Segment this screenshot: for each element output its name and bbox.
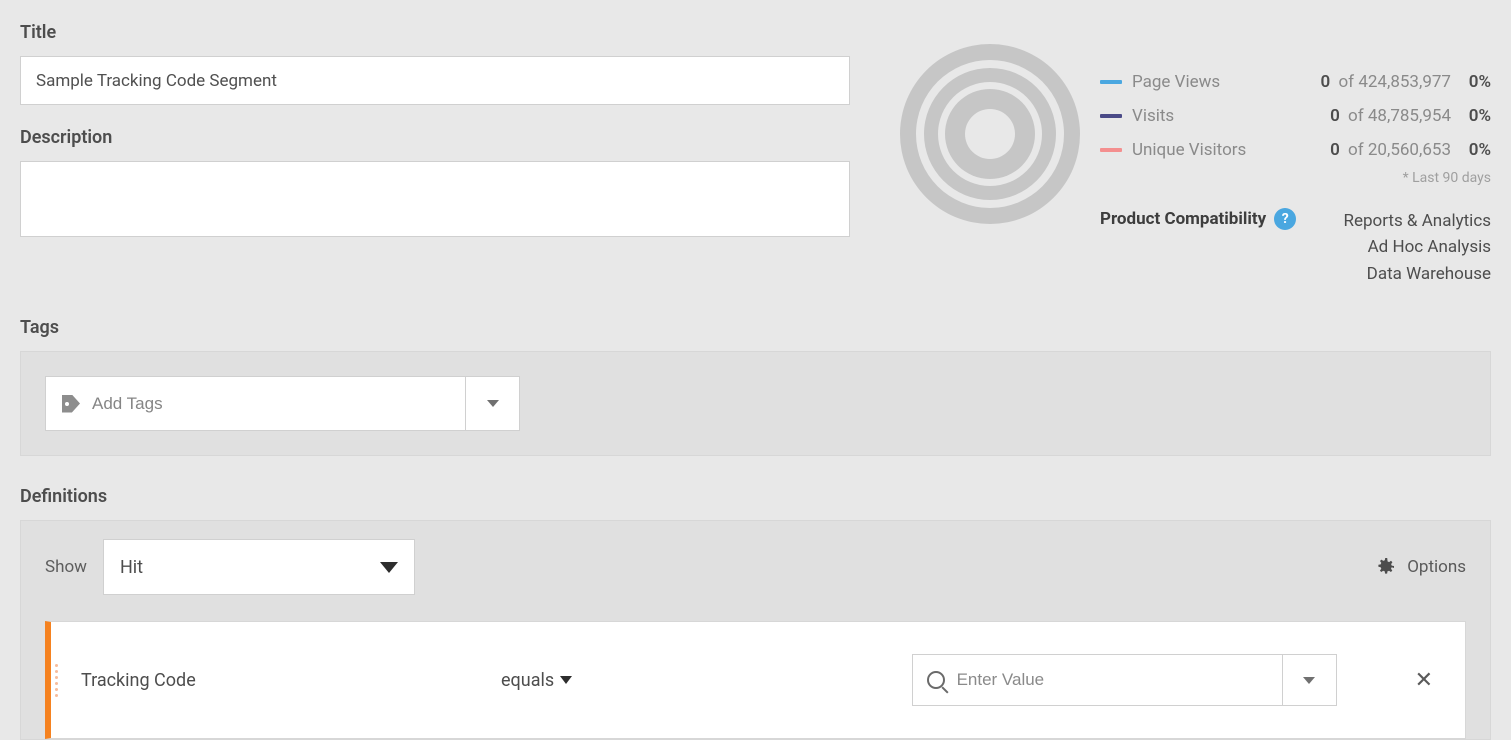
stat-total: 20,560,653 <box>1368 140 1451 160</box>
of-word: of <box>1348 140 1364 160</box>
legend-swatch-unique-visitors <box>1100 148 1122 152</box>
description-label: Description <box>20 127 850 148</box>
stat-row-unique-visitors: Unique Visitors 0 of 20,560,653 0% <box>1100 140 1491 160</box>
stat-count: 0 <box>1330 140 1340 160</box>
tags-input[interactable] <box>92 394 449 414</box>
segment-population-chart <box>890 44 1090 287</box>
chevron-down-icon <box>560 676 572 684</box>
drag-handle-icon[interactable] <box>55 664 63 697</box>
product-compat-list: Reports & Analytics Ad Hoc Analysis Data… <box>1296 208 1491 287</box>
definitions-label: Definitions <box>20 486 1491 507</box>
remove-rule-button[interactable]: ✕ <box>1407 660 1441 701</box>
stat-pct: 0% <box>1451 106 1491 126</box>
stat-pct: 0% <box>1451 140 1491 160</box>
legend-swatch-page-views <box>1100 80 1122 84</box>
stat-total: 48,785,954 <box>1368 106 1451 126</box>
stat-row-page-views: Page Views 0 of 424,853,977 0% <box>1100 72 1491 92</box>
help-icon[interactable]: ? <box>1274 208 1296 230</box>
description-input[interactable] <box>20 161 850 237</box>
stat-count: 0 <box>1330 106 1340 126</box>
stat-count: 0 <box>1321 72 1331 92</box>
rule-card[interactable]: Tracking Code equals ✕ <box>45 621 1466 739</box>
last-90-days-note: * Last 90 days <box>1100 170 1491 186</box>
tags-dropdown-button[interactable] <box>465 376 520 431</box>
rule-operator-value: equals <box>501 670 554 691</box>
show-select[interactable]: Hit <box>103 539 415 595</box>
of-word: of <box>1348 106 1364 126</box>
legend-swatch-visits <box>1100 114 1122 118</box>
stat-total: 424,853,977 <box>1358 72 1451 92</box>
product-compatibility-label: Product Compatibility <box>1100 209 1266 229</box>
rule-value-dropdown-button[interactable] <box>1282 654 1337 706</box>
stat-row-visits: Visits 0 of 48,785,954 0% <box>1100 106 1491 126</box>
of-word: of <box>1338 72 1354 92</box>
definitions-options-button[interactable]: Options <box>1373 555 1466 579</box>
tag-icon <box>62 395 80 413</box>
tags-label: Tags <box>20 317 1491 338</box>
definitions-panel: Show Hit Options Tracking Code equals <box>20 520 1491 740</box>
stat-label: Page Views <box>1132 72 1301 92</box>
stat-label: Visits <box>1132 106 1301 126</box>
title-input[interactable] <box>20 56 850 105</box>
rule-value-input[interactable] <box>957 670 1268 690</box>
chevron-down-icon <box>1303 677 1315 684</box>
chevron-down-icon <box>487 400 499 407</box>
title-label: Title <box>20 22 850 43</box>
stat-label: Unique Visitors <box>1132 140 1301 160</box>
search-icon <box>927 671 945 689</box>
gear-icon <box>1373 555 1397 579</box>
options-label: Options <box>1407 557 1466 577</box>
stat-pct: 0% <box>1451 72 1491 92</box>
rule-dimension: Tracking Code <box>81 670 501 691</box>
rule-operator-select[interactable]: equals <box>501 670 572 691</box>
show-select-value: Hit <box>120 557 380 578</box>
chevron-down-icon <box>380 562 398 573</box>
show-label: Show <box>45 557 87 577</box>
tags-panel <box>20 351 1491 456</box>
